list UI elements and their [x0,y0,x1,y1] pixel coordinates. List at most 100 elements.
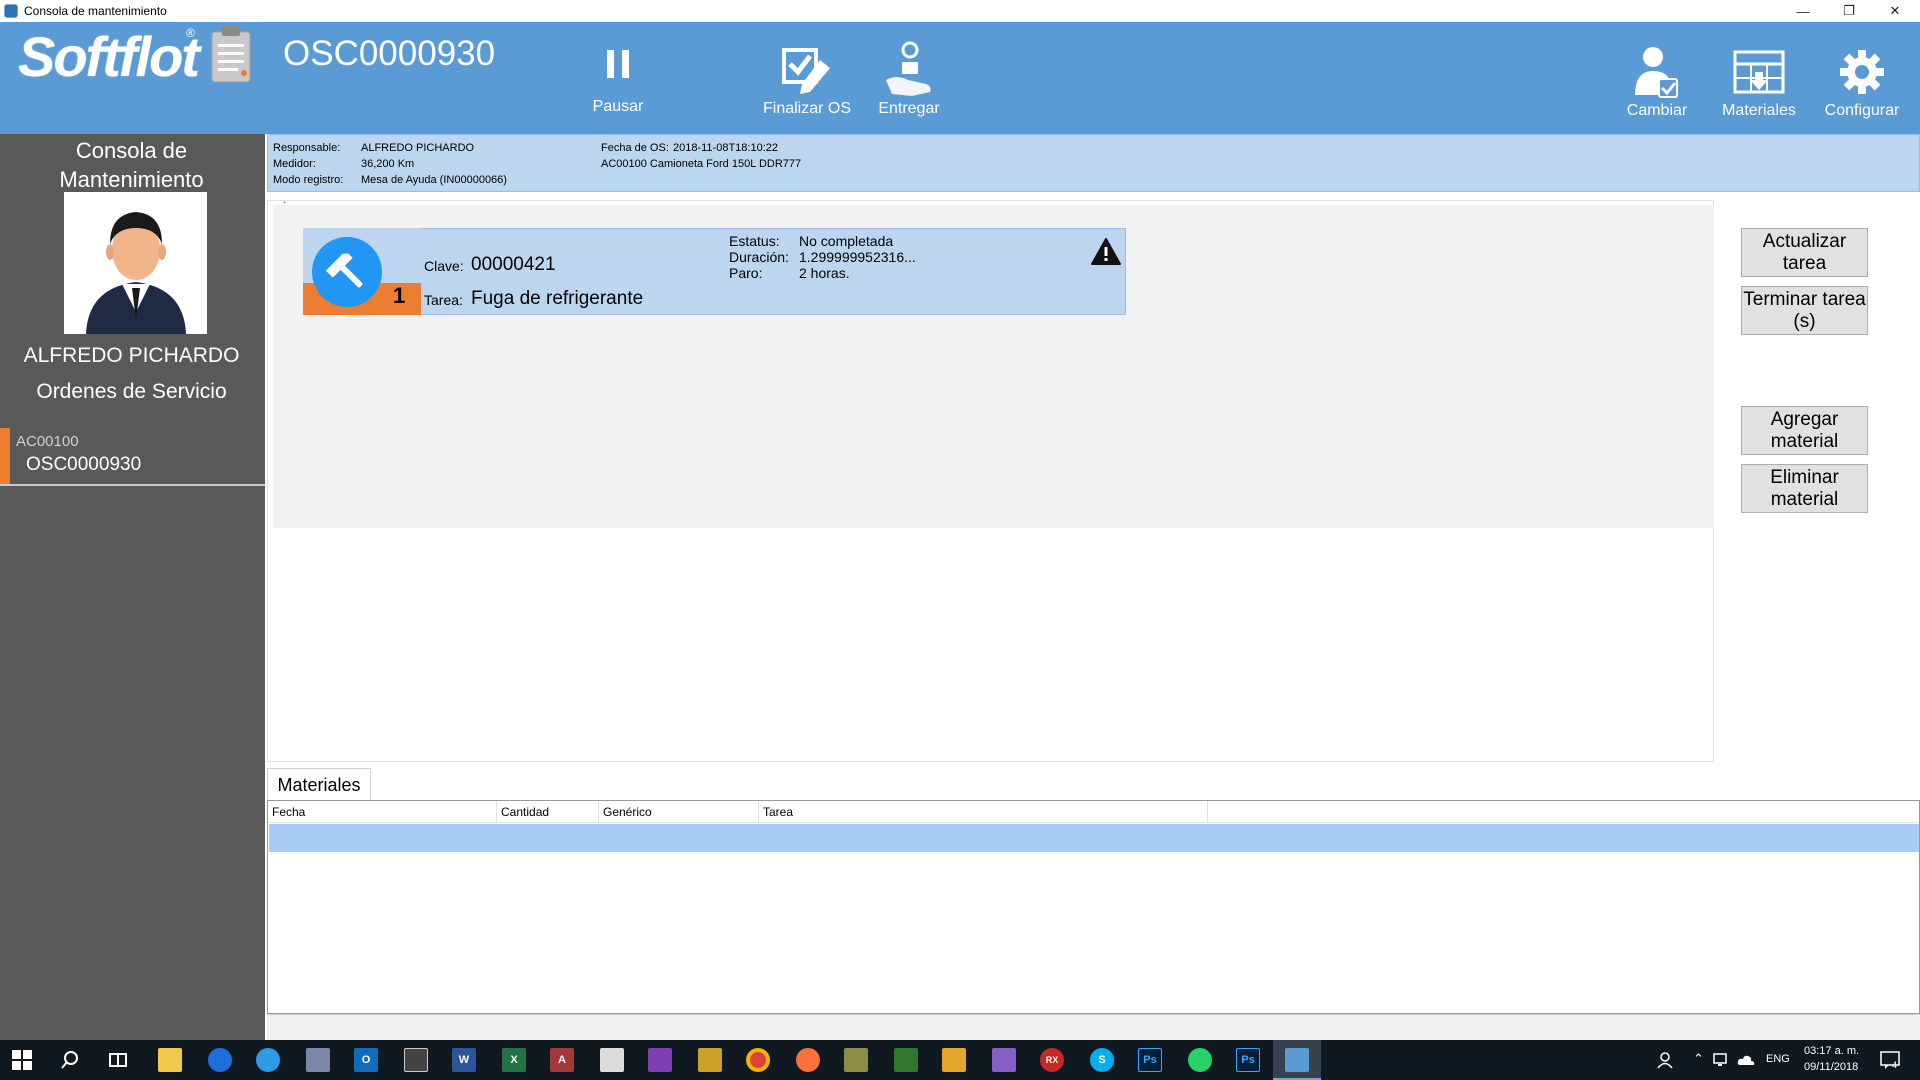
photoshop-icon-2[interactable]: Ps [1236,1048,1260,1072]
finish-task-button[interactable]: Terminar tarea (s) [1741,286,1868,335]
medidor-value: 36,200 Km [361,158,415,170]
app-icon-1[interactable] [306,1048,330,1072]
pause-button[interactable]: Pausar [563,42,673,116]
logo-registered-mark: ® [186,26,195,40]
tarea-label: Tarea: [424,292,463,308]
order-list-item[interactable]: AC00100 OSC0000930 [0,428,265,486]
restore-button[interactable]: ❐ [1826,0,1872,22]
tools-icon-2[interactable] [844,1048,868,1072]
edge-icon[interactable] [208,1048,232,1072]
pause-label: Pausar [592,98,644,115]
windows-start-icon[interactable] [12,1050,32,1070]
deliver-label: Entregar [878,100,940,117]
softflot-taskbar-icon[interactable] [1285,1048,1309,1072]
order-info-strip: Responsable: ALFREDO PICHARDO Medidor: 3… [267,134,1920,192]
clave-label: Clave: [424,258,464,274]
title-bar: Consola de mantenimiento [0,0,1920,22]
onedrive-icon[interactable] [1737,1053,1755,1067]
people-icon[interactable] [1656,1051,1674,1069]
visual-studio-icon[interactable] [992,1048,1016,1072]
estatus-value: No completada [799,233,894,249]
app-icon-3[interactable] [942,1048,966,1072]
fecha-os-value: 2018-11-08T18:10:22 [673,142,778,154]
materials-button[interactable]: Materiales [1704,42,1814,120]
remove-material-button[interactable]: Eliminar material [1741,464,1868,513]
order-selected-accent [0,428,10,484]
add-material-button[interactable]: Agregar material [1741,406,1868,455]
user-check-icon [1635,47,1678,98]
tab-materiales[interactable]: Materiales [267,768,371,801]
user-name: ALFREDO PICHARDO [23,344,240,367]
window-title: Consola de mantenimiento [24,4,167,18]
task-tool-icon [312,237,382,307]
search-icon[interactable] [60,1050,80,1070]
configure-button[interactable]: Configurar [1807,42,1917,120]
tools-icon-1[interactable] [698,1048,722,1072]
excel-icon[interactable]: X [502,1048,526,1072]
hammer-icon [325,253,363,288]
table-row[interactable] [269,824,1919,852]
user-avatar-icon [86,212,186,334]
materials-grid-header: Fecha Cantidad Genérico Tarea [268,801,1919,823]
column-header-generico[interactable]: Genérico [599,801,759,823]
responsable-label: Responsable: [273,142,341,154]
skype-icon[interactable]: S [1090,1048,1114,1072]
app-icon [4,4,18,18]
fecha-os-label: Fecha de OS: [601,142,669,154]
network-icon[interactable] [1713,1052,1731,1068]
sidebar-title: Consola de Mantenimiento [0,136,263,194]
firefox-icon[interactable] [796,1048,820,1072]
task-view-icon[interactable] [108,1050,128,1070]
finish-os-label: Finalizar OS [762,100,852,117]
internet-explorer-icon[interactable] [256,1048,280,1072]
minimize-button[interactable]: — [1780,0,1826,22]
clock-date[interactable]: 09/11/2018 [1804,1061,1858,1073]
rx-icon[interactable]: RX [1040,1048,1064,1072]
deliver-button[interactable]: Entregar [854,40,964,118]
column-header-cantidad[interactable]: Cantidad [497,801,599,823]
estatus-label: Estatus: [729,233,780,249]
whatsapp-icon[interactable] [1188,1048,1212,1072]
deliver-hand-icon [886,41,931,96]
order-id: OSC0000930 [26,454,142,475]
edit-checklist-icon [782,48,830,94]
change-button[interactable]: Cambiar [1602,42,1712,120]
visual-studio-purple-icon[interactable] [648,1048,672,1072]
outlook-icon[interactable]: O [354,1048,378,1072]
clipboard-icon [211,26,251,83]
modo-registro-value: Mesa de Ayuda (IN00000066) [361,174,507,186]
sidebar-title-line2: Mantenimiento [59,167,204,192]
orders-section-title: Ordenes de Servicio [36,380,227,403]
column-header-tarea[interactable]: Tarea [759,801,1208,823]
access-icon[interactable]: A [550,1048,574,1072]
duracion-value: 1.299999952316... [799,249,916,265]
configure-label: Configurar [1824,102,1900,119]
softflot-logo: Softflot [18,25,200,88]
sidebar-title-line1: Consola de [75,138,188,163]
photoshop-icon-1[interactable]: Ps [1138,1048,1162,1072]
word-icon[interactable]: W [452,1048,476,1072]
chrome-icon[interactable] [746,1048,770,1072]
task-number: 1 [393,283,406,308]
close-button[interactable]: ✕ [1872,0,1918,22]
gear-icon [1840,50,1884,94]
project-icon[interactable] [894,1048,918,1072]
notification-count: 4 [1892,1060,1898,1070]
tray-chevron-up-icon[interactable]: ⌃ [1693,1051,1704,1067]
avatar [64,192,207,334]
calculator-icon[interactable] [404,1048,428,1072]
tarea-value: Fuga de refrigerante [471,288,644,309]
vehicle-info: AC00100 Camioneta Ford 150L DDR777 [601,158,802,170]
order-vehicle-code: AC00100 [16,433,79,450]
update-task-button[interactable]: Actualizar tarea [1741,228,1868,277]
responsable-value: ALFREDO PICHARDO [361,142,475,154]
finish-os-button[interactable]: Finalizar OS [752,40,862,118]
materials-label: Materiales [1722,102,1796,119]
materials-grid-icon [1733,50,1785,94]
clock-time[interactable]: 03:17 a. m. [1804,1045,1859,1057]
column-header-fecha[interactable]: Fecha [268,801,497,823]
warning-icon [1091,238,1121,265]
language-indicator[interactable]: ENG [1766,1053,1790,1065]
app-icon-2[interactable] [600,1048,624,1072]
file-explorer-icon[interactable] [158,1048,182,1072]
